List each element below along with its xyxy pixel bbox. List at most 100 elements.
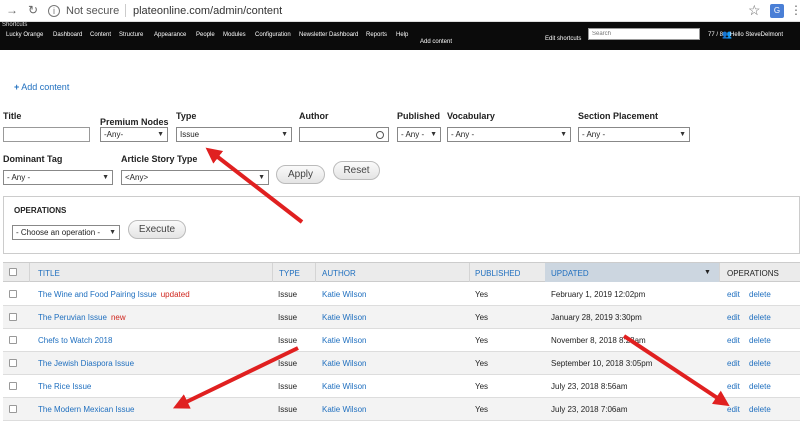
row-edit-link[interactable]: edit xyxy=(727,405,740,414)
bookmark-star-icon[interactable]: ☆ xyxy=(748,2,761,19)
browser-chrome: → ↻ i Not secure plateonline.com/admin/c… xyxy=(0,0,800,22)
row-published: Yes xyxy=(475,405,489,414)
toolbar-hello-user[interactable]: Hello SteveDelmont xyxy=(730,32,783,38)
column-separator xyxy=(315,263,316,282)
row-edit-link[interactable]: edit xyxy=(727,382,740,391)
row-edit-link[interactable]: edit xyxy=(727,359,740,368)
dominant-tag-select[interactable]: - Any - ▼ xyxy=(3,170,113,185)
toolbar-item-lucky-orange[interactable]: Lucky Orange xyxy=(6,32,43,38)
operations-title: OPERATIONS xyxy=(14,206,67,215)
toolbar-item-newsletter-dashboard[interactable]: Newsletter Dashboard xyxy=(299,32,358,38)
table-row: The Modern Mexican Issue Issue Katie Wil… xyxy=(3,398,800,421)
row-checkbox[interactable] xyxy=(9,382,17,390)
toolbar-item-dashboard[interactable]: Dashboard xyxy=(53,32,82,38)
row-title[interactable]: The Jewish Diaspora Issue xyxy=(38,359,134,368)
row-title-link[interactable]: The Jewish Diaspora Issue xyxy=(38,359,134,368)
header-author[interactable]: AUTHOR xyxy=(322,269,356,278)
row-published: Yes xyxy=(475,359,489,368)
toolbar-item-appearance[interactable]: Appearance xyxy=(154,32,186,38)
row-delete-link[interactable]: delete xyxy=(749,290,771,299)
shortcuts-label[interactable]: Shortcuts xyxy=(2,22,27,28)
apply-button[interactable]: Apply xyxy=(276,165,325,184)
row-updated: July 23, 2018 8:56am xyxy=(551,382,628,391)
title-filter-input[interactable] xyxy=(3,127,90,142)
row-checkbox[interactable] xyxy=(9,313,17,321)
row-checkbox[interactable] xyxy=(9,336,17,344)
table-row: Chefs to Watch 2018 Issue Katie Wilson Y… xyxy=(3,329,800,352)
row-author-link[interactable]: Katie Wilson xyxy=(322,382,366,391)
browser-menu-icon[interactable]: ⋮ xyxy=(790,3,800,17)
premium-nodes-select[interactable]: -Any- ▼ xyxy=(100,127,168,142)
vocabulary-filter-select[interactable]: - Any - ▼ xyxy=(447,127,571,142)
chevron-down-icon: ▼ xyxy=(281,131,288,138)
row-status-tag: new xyxy=(110,313,126,322)
row-title-link[interactable]: The Peruvian Issue new xyxy=(38,313,126,322)
row-edit-link[interactable]: edit xyxy=(727,313,740,322)
author-filter-input[interactable] xyxy=(299,127,389,142)
select-all-checkbox[interactable] xyxy=(9,268,17,276)
reload-icon[interactable]: ↻ xyxy=(28,3,38,17)
row-delete-link[interactable]: delete xyxy=(749,359,771,368)
toolbar-item-reports[interactable]: Reports xyxy=(366,32,387,38)
address-separator xyxy=(125,4,126,17)
article-story-type-select[interactable]: <Any> ▼ xyxy=(121,170,269,185)
execute-button[interactable]: Execute xyxy=(128,220,186,239)
row-author-link[interactable]: Katie Wilson xyxy=(322,313,366,322)
row-edit-link[interactable]: edit xyxy=(727,336,740,345)
row-checkbox[interactable] xyxy=(9,405,17,413)
row-checkbox[interactable] xyxy=(9,290,17,298)
vocabulary-filter-value: - Any - xyxy=(451,130,475,139)
chevron-down-icon: ▼ xyxy=(109,229,116,236)
toolbar-item-modules[interactable]: Modules xyxy=(223,32,246,38)
add-content-link[interactable]: + Add content xyxy=(14,82,69,92)
row-author-link[interactable]: Katie Wilson xyxy=(322,405,366,414)
extension-icon[interactable]: G xyxy=(770,4,784,18)
row-author-link[interactable]: Katie Wilson xyxy=(322,359,366,368)
row-title-link[interactable]: The Rice Issue xyxy=(38,382,91,391)
info-icon[interactable]: i xyxy=(48,5,60,17)
row-title-link[interactable]: Chefs to Watch 2018 xyxy=(38,336,112,345)
row-delete-link[interactable]: delete xyxy=(749,405,771,414)
table-row: The Wine and Food Pairing Issue updated I… xyxy=(3,283,800,306)
header-published[interactable]: PUBLISHED xyxy=(475,269,520,278)
row-author-link[interactable]: Katie Wilson xyxy=(322,290,366,299)
row-title[interactable]: The Peruvian Issue xyxy=(38,313,107,322)
row-delete-link[interactable]: delete xyxy=(749,382,771,391)
header-type[interactable]: TYPE xyxy=(279,269,300,278)
header-updated[interactable]: UPDATED xyxy=(551,269,589,278)
toolbar-item-configuration[interactable]: Configuration xyxy=(255,32,291,38)
row-checkbox[interactable] xyxy=(9,359,17,367)
table-header: TITLE TYPE AUTHOR PUBLISHED UPDATED ▼ OP… xyxy=(3,262,800,282)
row-delete-link[interactable]: delete xyxy=(749,336,771,345)
toolbar-search-input[interactable] xyxy=(588,28,700,40)
chevron-down-icon: ▼ xyxy=(430,131,437,138)
type-filter-select[interactable]: Issue ▼ xyxy=(176,127,292,142)
edit-shortcuts-link[interactable]: Edit shortcuts xyxy=(545,36,581,42)
reset-button[interactable]: Reset xyxy=(333,161,380,180)
row-title[interactable]: The Wine and Food Pairing Issue xyxy=(38,290,157,299)
row-title[interactable]: The Rice Issue xyxy=(38,382,91,391)
address-bar-url[interactable]: plateonline.com/admin/content xyxy=(133,5,282,17)
row-title[interactable]: Chefs to Watch 2018 xyxy=(38,336,112,345)
row-title-link[interactable]: The Modern Mexican Issue xyxy=(38,405,135,414)
header-title[interactable]: TITLE xyxy=(38,269,60,278)
row-title[interactable]: The Modern Mexican Issue xyxy=(38,405,135,414)
row-published: Yes xyxy=(475,336,489,345)
toolbar-item-people[interactable]: People xyxy=(196,32,215,38)
operation-select[interactable]: - Choose an operation - ▼ xyxy=(12,225,120,240)
row-edit-link[interactable]: edit xyxy=(727,290,740,299)
section-placement-label: Section Placement xyxy=(578,111,659,121)
chevron-down-icon: ▼ xyxy=(102,174,109,181)
forward-icon[interactable]: → xyxy=(6,3,18,17)
row-title-link[interactable]: The Wine and Food Pairing Issue updated xyxy=(38,290,190,299)
table-row: The Rice Issue Issue Katie Wilson Yes Ju… xyxy=(3,375,800,398)
section-placement-select[interactable]: - Any - ▼ xyxy=(578,127,690,142)
toolbar-item-content[interactable]: Content xyxy=(90,32,111,38)
row-author-link[interactable]: Katie Wilson xyxy=(322,336,366,345)
toolbar-item-help[interactable]: Help xyxy=(396,32,408,38)
toolbar-item-structure[interactable]: Structure xyxy=(119,32,143,38)
published-filter-select[interactable]: - Any - ▼ xyxy=(397,127,441,142)
add-content-label: Add content xyxy=(21,82,70,92)
toolbar-add-content[interactable]: Add content xyxy=(420,39,452,45)
row-delete-link[interactable]: delete xyxy=(749,313,771,322)
